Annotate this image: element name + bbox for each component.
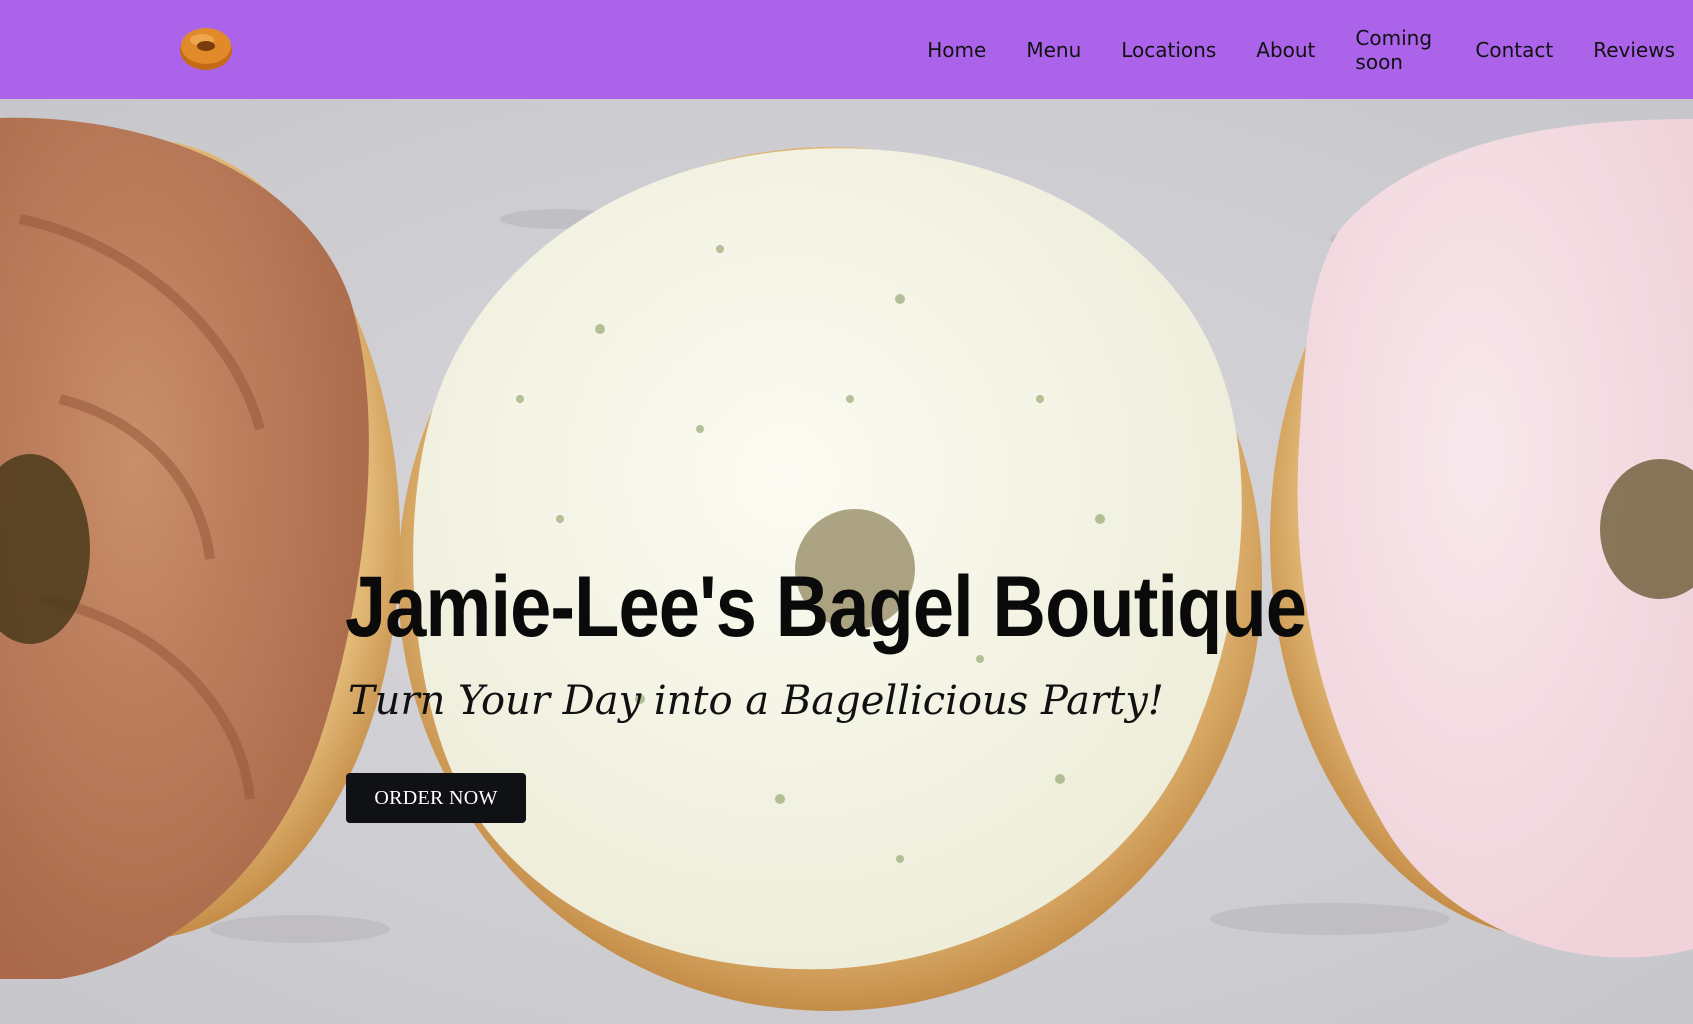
bagel-logo-icon[interactable] [178,24,234,72]
main-nav: Home Menu Locations About Coming soon Co… [887,0,1675,99]
nav-locations[interactable]: Locations [1121,38,1216,62]
site-header: Home Menu Locations About Coming soon Co… [0,0,1693,99]
nav-about[interactable]: About [1256,38,1315,62]
nav-reviews[interactable]: Reviews [1593,38,1675,62]
hero-subtitle: Turn Your Day into a Bagellicious Party! [348,678,1164,724]
hero-title: Jamie-Lee's Bagel Boutique [345,559,1307,655]
nav-menu[interactable]: Menu [1026,38,1081,62]
nav-contact[interactable]: Contact [1475,38,1553,62]
nav-coming-soon[interactable]: Coming soon [1355,26,1435,74]
nav-home[interactable]: Home [927,38,986,62]
hero-section: Jamie-Lee's Bagel Boutique Turn Your Day… [0,99,1693,1024]
order-now-button[interactable]: ORDER NOW [346,773,526,823]
